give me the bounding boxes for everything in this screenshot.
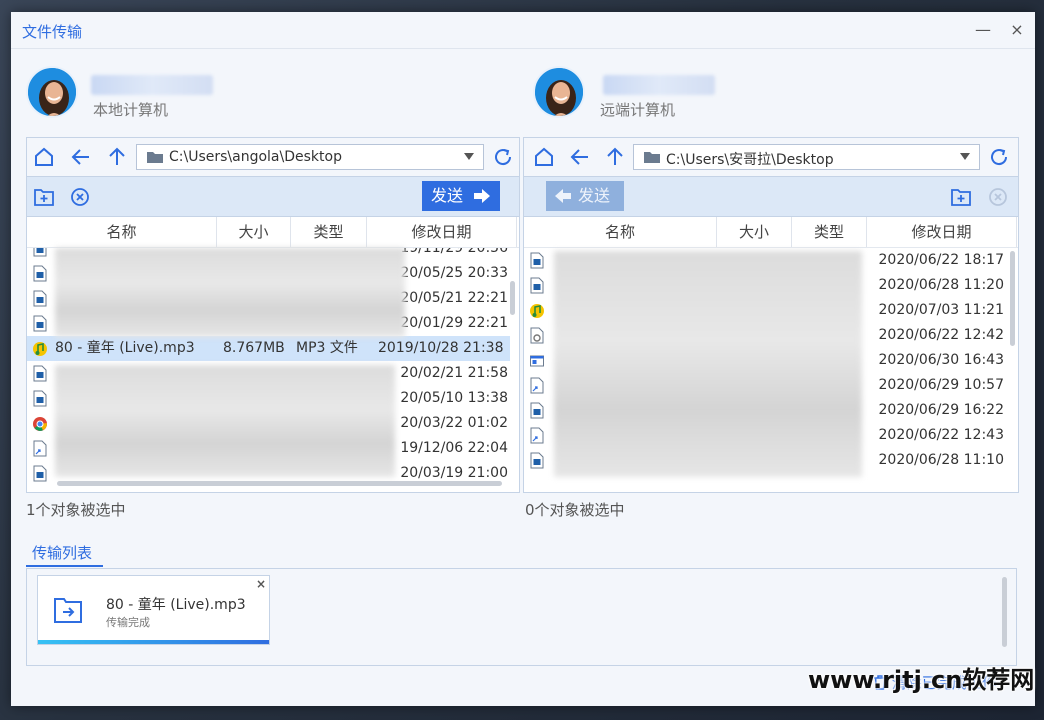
remote-file-browser: C:\Users\安哥拉\Desktop 发送 名称 大小 类型 修改日期 20… <box>523 137 1019 493</box>
column-name[interactable]: 名称 <box>524 217 717 247</box>
column-size[interactable]: 大小 <box>717 217 792 247</box>
remote-path-text: C:\Users\安哥拉\Desktop <box>666 152 834 168</box>
username-blurred <box>91 75 213 95</box>
file-date-cell: 2020/06/22 12:43 <box>878 427 1005 443</box>
chevron-down-icon[interactable] <box>464 153 474 160</box>
new-folder-icon[interactable] <box>33 186 55 208</box>
refresh-icon[interactable] <box>987 145 1011 169</box>
arrow-left-icon <box>555 189 571 203</box>
privacy-blur <box>55 248 405 337</box>
file-row-selected[interactable]: 80 - 童年 (Live).mp3 8.767MB MP3 文件 2019/10/2… <box>27 336 510 361</box>
transfer-progress-bar <box>38 640 269 644</box>
file-date-cell: 20/05/10 13:38 <box>400 390 508 406</box>
file-name-cell: 80 - 童年 (Live).mp3 <box>55 340 195 356</box>
chevron-down-icon[interactable] <box>960 153 970 160</box>
file-date-cell: 20/03/22 01:02 <box>400 415 508 431</box>
title-bar: 文件传输 — × <box>11 12 1035 49</box>
window-title: 文件传输 <box>22 23 83 41</box>
file-date-cell: 20/05/25 20:33 <box>400 265 508 281</box>
file-date-cell: 2020/06/30 16:43 <box>878 352 1005 368</box>
tab-underline <box>26 565 103 567</box>
file-date-cell: 2020/06/28 11:10 <box>878 452 1005 468</box>
remote-column-header: 名称 大小 类型 修改日期 <box>524 217 1018 248</box>
file-date-cell: 20/05/21 22:21 <box>400 290 508 306</box>
folder-icon <box>644 152 660 163</box>
file-transfer-window: 文件传输 — × 本地计算机 C:\Users\angola\Desktop 发… <box>11 12 1035 706</box>
file-date-cell: 2020/06/22 12:42 <box>878 327 1005 343</box>
file-date-cell: 20/02/21 21:58 <box>400 365 508 381</box>
horizontal-scrollbar[interactable] <box>57 481 502 486</box>
vertical-scrollbar[interactable] <box>1010 251 1015 346</box>
remote-action-bar: 发送 <box>524 177 1018 217</box>
file-date-cell: 2019/10/28 21:38 <box>378 340 504 356</box>
back-arrow-icon[interactable] <box>568 145 592 169</box>
home-icon[interactable] <box>532 145 556 169</box>
file-date-cell: 2020/06/29 16:22 <box>878 402 1005 418</box>
file-date-cell: 19/11/29 20:56 <box>400 248 508 256</box>
remote-computer-label: 远端计算机 <box>600 101 676 119</box>
up-arrow-icon[interactable] <box>105 145 129 169</box>
close-icon[interactable]: × <box>256 577 266 591</box>
transfer-item[interactable]: 80 - 童年 (Live).mp3 传输完成 × <box>37 575 270 645</box>
folder-arrow-icon <box>54 598 82 623</box>
transfer-status: 传输完成 <box>106 616 150 629</box>
file-date-cell: 2020/07/03 11:21 <box>878 302 1005 318</box>
file-type-cell: MP3 文件 <box>296 340 358 356</box>
file-date-cell: 19/12/06 22:04 <box>400 440 508 456</box>
column-type[interactable]: 类型 <box>291 217 367 247</box>
local-computer-label: 本地计算机 <box>93 101 169 119</box>
back-arrow-icon[interactable] <box>69 145 93 169</box>
transfer-list: 80 - 童年 (Live).mp3 传输完成 × <box>26 568 1017 666</box>
minimize-button[interactable]: — <box>971 18 995 42</box>
column-modified[interactable]: 修改日期 <box>867 217 1017 247</box>
arrow-right-icon <box>474 189 490 203</box>
send-to-remote-button[interactable]: 发送 <box>422 181 500 211</box>
column-modified[interactable]: 修改日期 <box>367 217 517 247</box>
column-type[interactable]: 类型 <box>792 217 867 247</box>
send-to-local-button[interactable]: 发送 <box>546 181 624 211</box>
folder-icon <box>147 152 163 163</box>
local-path-text: C:\Users\angola\Desktop <box>169 149 342 165</box>
home-icon[interactable] <box>32 145 56 169</box>
column-size[interactable]: 大小 <box>217 217 291 247</box>
local-selection-status: 1个对象被选中 <box>26 501 126 519</box>
local-nav-bar: C:\Users\angola\Desktop <box>27 138 519 177</box>
local-action-bar: 发送 <box>27 177 519 217</box>
local-path-combobox[interactable]: C:\Users\angola\Desktop <box>136 144 484 170</box>
delete-circle-x-icon[interactable] <box>69 186 91 208</box>
local-column-header: 名称 大小 类型 修改日期 <box>27 217 519 248</box>
username-blurred <box>603 75 715 95</box>
privacy-blur <box>55 365 395 477</box>
remote-selection-status: 0个对象被选中 <box>525 501 625 519</box>
column-name[interactable]: 名称 <box>27 217 217 247</box>
avatar <box>533 66 585 118</box>
vertical-scrollbar[interactable] <box>1002 577 1007 647</box>
file-date-cell: 2020/06/29 10:57 <box>878 377 1005 393</box>
privacy-blur <box>554 251 862 477</box>
send-label: 发送 <box>578 186 611 205</box>
vertical-scrollbar[interactable] <box>510 281 515 315</box>
up-arrow-icon[interactable] <box>603 145 627 169</box>
send-label: 发送 <box>431 186 464 205</box>
refresh-icon[interactable] <box>491 145 515 169</box>
remote-nav-bar: C:\Users\安哥拉\Desktop <box>524 138 1018 177</box>
local-file-browser: C:\Users\angola\Desktop 发送 名称 大小 类型 修改日期 <box>26 137 520 493</box>
new-folder-icon[interactable] <box>950 186 972 208</box>
transfer-file-name: 80 - 童年 (Live).mp3 <box>106 597 246 613</box>
delete-circle-x-icon[interactable] <box>987 186 1009 208</box>
remote-path-combobox[interactable]: C:\Users\安哥拉\Desktop <box>633 144 980 170</box>
avatar <box>26 66 78 118</box>
file-size-cell: 8.767MB <box>223 340 285 356</box>
tab-transfer-list[interactable]: 传输列表 <box>32 542 92 563</box>
watermark: www.rjtj.cn软荐网 <box>808 666 1035 694</box>
file-date-cell: 20/01/29 22:21 <box>400 315 508 331</box>
file-date-cell: 2020/06/28 11:20 <box>878 277 1005 293</box>
close-button[interactable]: × <box>1005 18 1029 42</box>
file-date-cell: 2020/06/22 18:17 <box>878 252 1005 268</box>
